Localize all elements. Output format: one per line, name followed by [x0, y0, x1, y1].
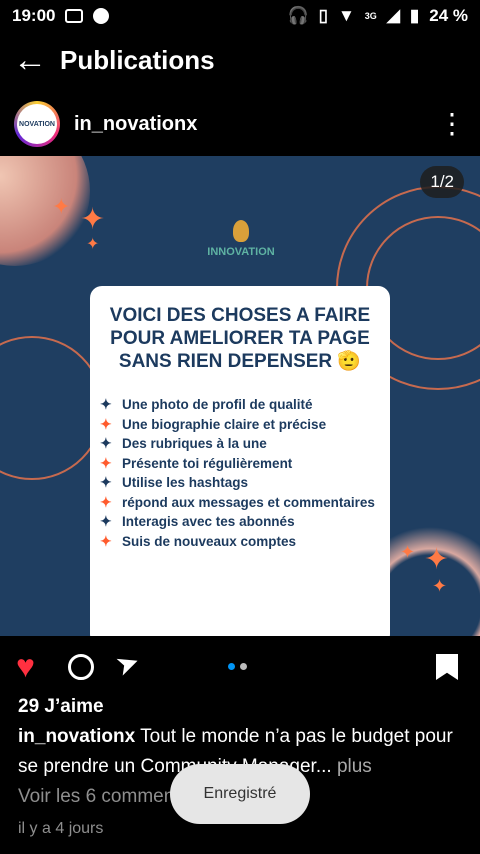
sparkle-bullet-icon: ✦ — [100, 415, 112, 432]
decor-ring — [0, 336, 104, 480]
battery-icon: ▮ — [409, 6, 420, 25]
more-options-icon[interactable]: ⋮ — [438, 110, 466, 138]
list-item: ✦ Une biographie claire et précise — [100, 415, 390, 435]
decor-blob — [0, 156, 90, 266]
sparkle-bullet-icon: ✦ — [100, 454, 112, 471]
likes-count[interactable]: 29 J’aime — [18, 696, 104, 718]
app-header: ← Publications — [0, 36, 480, 84]
saved-toast: Enregistré — [170, 764, 310, 824]
list-item: ✦ Présente toi régulièrement — [100, 454, 390, 474]
sparkle-bullet-icon: ✦ — [100, 474, 112, 490]
sparkle-bullet-icon: ✦ — [100, 396, 112, 412]
list-item: ✦ Suis de nouveaux comptes — [100, 532, 390, 552]
headphones-icon: 🎧 — [287, 6, 309, 25]
network-type: 3G — [364, 11, 377, 21]
brand-logo-text: INNOVATION — [207, 246, 275, 258]
sparkle-bullet-icon: ✦ — [100, 532, 112, 549]
post-author-row: NOVATION in_novationx ⋮ — [0, 96, 480, 152]
sparkle-bullet-icon: ✦ — [100, 493, 112, 510]
post-image[interactable]: ✦ ✦ ✦ ✦ ✦ ✦ 1/2 INNOVATION VOICI DES CHO… — [0, 156, 480, 636]
post-actions: ♥ ➤ — [0, 636, 480, 696]
sparkle-icon: ✦ — [86, 236, 100, 253]
lightbulb-icon — [233, 220, 249, 242]
author-username[interactable]: in_novationx — [74, 113, 197, 136]
brand-logo: INNOVATION — [200, 220, 282, 270]
list-item: ✦ Interagis avec tes abonnés — [100, 512, 390, 532]
wifi-icon: ▼ — [337, 6, 355, 25]
caption-username[interactable]: in_novationx — [18, 726, 135, 747]
avatar-logo: NOVATION — [17, 104, 57, 144]
tips-card: VOICI DES CHOSES A FAIRE POUR AMELIORER … — [90, 286, 390, 636]
carousel-counter: 1/2 — [420, 166, 464, 198]
caption-more-link[interactable]: plus — [337, 756, 372, 777]
tips-list: ✦ Une photo de profil de qualité ✦ Une bio… — [90, 395, 390, 551]
messenger-icon — [93, 8, 110, 24]
carousel-dot-active — [228, 663, 235, 670]
sparkle-icon: ✦ — [400, 542, 416, 562]
back-arrow-icon[interactable]: ← — [0, 43, 60, 77]
sparkle-bullet-icon: ✦ — [100, 513, 112, 529]
status-time: 19:00 — [12, 6, 56, 25]
status-bar: 19:00 🎧 ▯ ▼ 3G ◢ ▮ 24 % — [0, 0, 480, 32]
notification-icon — [65, 9, 84, 23]
post-timestamp: il y a 4 jours — [18, 820, 104, 837]
list-item: ✦ Des rubriques à la une — [100, 434, 390, 454]
bookmark-icon[interactable] — [436, 654, 458, 680]
sparkle-icon: ✦ — [432, 576, 448, 596]
sparkle-bullet-icon: ✦ — [100, 435, 112, 451]
carousel-indicator — [228, 663, 247, 670]
list-item: ✦ répond aux messages et commentaires — [100, 493, 390, 513]
sparkle-icon: ✦ — [80, 203, 106, 236]
signal-icon: ◢ — [386, 6, 400, 25]
share-icon[interactable]: ➤ — [111, 645, 144, 682]
avatar[interactable]: NOVATION — [14, 101, 60, 147]
carousel-dot — [240, 663, 247, 670]
heart-icon[interactable]: ♥ — [16, 650, 35, 682]
sparkle-icon: ✦ — [424, 543, 450, 576]
sparkle-icon: ✦ — [52, 194, 71, 219]
battery-level: 24 % — [429, 6, 468, 25]
list-item: ✦ Une photo de profil de qualité — [100, 395, 390, 415]
comment-icon[interactable] — [68, 654, 94, 680]
tips-card-title: VOICI DES CHOSES A FAIRE POUR AMELIORER … — [109, 305, 371, 372]
page-title: Publications — [60, 44, 215, 75]
vibrate-icon: ▯ — [318, 6, 328, 25]
list-item: ✦ Utilise les hashtags — [100, 473, 390, 493]
